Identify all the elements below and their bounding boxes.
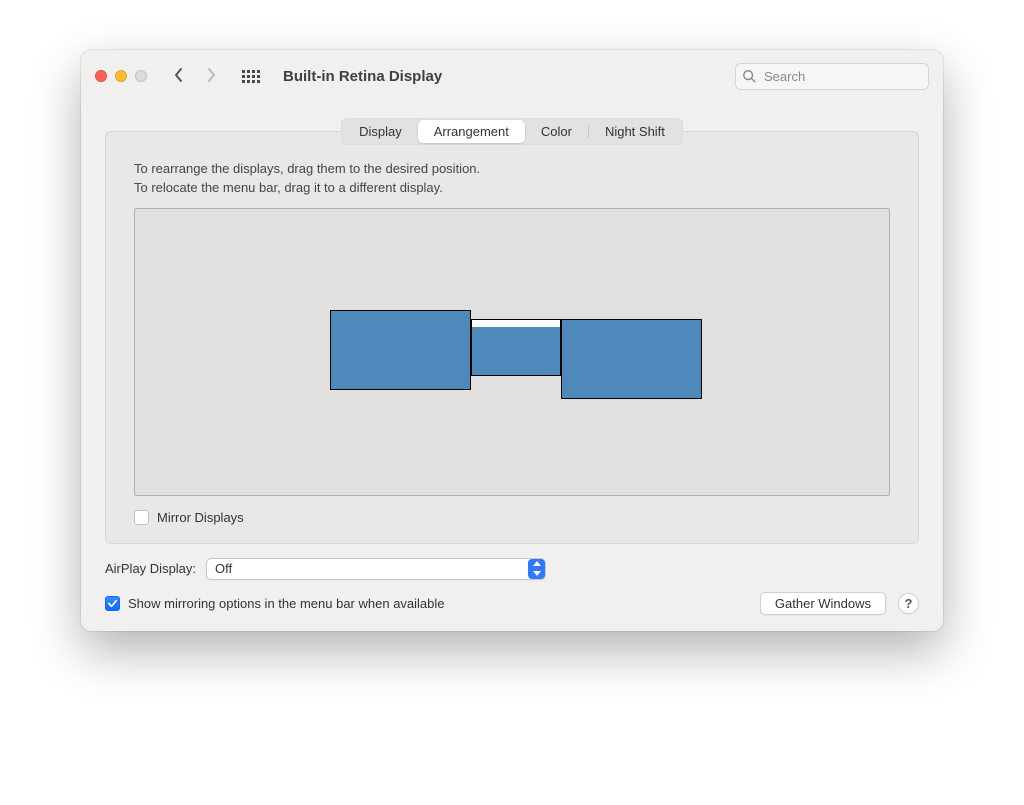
- tab-color[interactable]: Color: [525, 120, 588, 143]
- display-2[interactable]: [471, 319, 561, 376]
- airplay-row: AirPlay Display: Off: [105, 558, 919, 580]
- window-toolbar: Built-in Retina Display: [81, 50, 943, 102]
- mirror-displays-label: Mirror Displays: [157, 510, 244, 525]
- zoom-button[interactable]: [135, 70, 147, 82]
- content-area: Display Arrangement Color Night Shift To…: [81, 102, 943, 631]
- chevron-left-icon: [172, 66, 186, 87]
- back-button[interactable]: [167, 62, 191, 90]
- tab-display[interactable]: Display: [343, 120, 418, 143]
- menu-bar[interactable]: [472, 320, 560, 327]
- mirror-displays-row: Mirror Displays: [134, 510, 890, 525]
- search-field[interactable]: [735, 63, 929, 90]
- arrangement-panel: To rearrange the displays, drag them to …: [105, 131, 919, 544]
- tab-arrangement[interactable]: Arrangement: [418, 120, 525, 143]
- select-stepper-icon: [528, 559, 545, 579]
- display-3[interactable]: [561, 319, 702, 399]
- hint-line-2: To relocate the menu bar, drag it to a d…: [134, 179, 890, 198]
- hint-text: To rearrange the displays, drag them to …: [134, 160, 890, 198]
- help-button[interactable]: ?: [898, 593, 919, 614]
- show-mirroring-options-label: Show mirroring options in the menu bar w…: [128, 596, 445, 611]
- gather-windows-button[interactable]: Gather Windows: [760, 592, 886, 615]
- chevron-right-icon: [204, 66, 218, 87]
- search-input[interactable]: [735, 63, 929, 90]
- mirror-displays-checkbox[interactable]: [134, 510, 149, 525]
- hint-line-1: To rearrange the displays, drag them to …: [134, 160, 890, 179]
- window-title: Built-in Retina Display: [283, 68, 442, 85]
- airplay-value: Off: [215, 561, 232, 576]
- show-all-button[interactable]: [237, 62, 265, 90]
- forward-button: [199, 62, 223, 90]
- system-preferences-window: Built-in Retina Display Display Arrangem…: [81, 50, 943, 631]
- close-button[interactable]: [95, 70, 107, 82]
- tab-bar: Display Arrangement Color Night Shift: [105, 118, 919, 145]
- display-1[interactable]: [330, 310, 471, 390]
- traffic-lights: [95, 70, 147, 82]
- footer: AirPlay Display: Off Show mirroring opti…: [105, 544, 919, 615]
- airplay-select[interactable]: Off: [206, 558, 546, 580]
- tab-night-shift[interactable]: Night Shift: [589, 120, 681, 143]
- airplay-label: AirPlay Display:: [105, 561, 196, 576]
- show-mirroring-options-checkbox[interactable]: [105, 596, 120, 611]
- grid-icon: [242, 70, 260, 83]
- search-icon: [742, 69, 756, 83]
- arrangement-area[interactable]: [134, 208, 890, 496]
- minimize-button[interactable]: [115, 70, 127, 82]
- bottom-row: Show mirroring options in the menu bar w…: [105, 592, 919, 615]
